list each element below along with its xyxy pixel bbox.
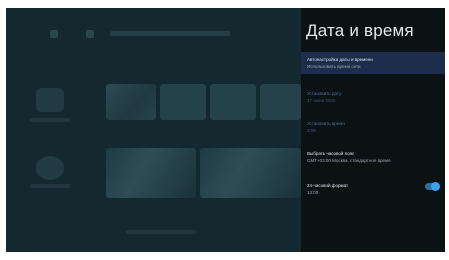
time-zone-item[interactable]: Выбрать часовой пояс GMT+03:00 Москва, с…	[301, 146, 445, 168]
item-subtitle: 3:08	[307, 128, 316, 133]
set-time-item[interactable]: Установить время 3:08	[301, 116, 445, 138]
item-title: Установить время	[307, 121, 345, 126]
toggle-knob	[431, 182, 440, 191]
tv-screen: Дата и время Автонастройка даты и времен…	[6, 8, 445, 252]
item-subtitle: 13:00	[307, 190, 319, 195]
content-tile	[200, 148, 301, 198]
app-tile	[260, 84, 301, 120]
item-subtitle: Использовать время сети	[307, 64, 361, 69]
home-screen-background	[6, 8, 301, 252]
app-tile	[160, 84, 206, 120]
app-tile	[106, 84, 156, 120]
apps-row-label	[30, 118, 70, 122]
item-title: 24-часовой формат	[307, 183, 349, 188]
home-top-bar	[14, 26, 294, 44]
set-date-item[interactable]: Установить дату 17 июня 2020	[301, 86, 445, 108]
apps-row-icon	[36, 88, 64, 112]
item-subtitle: 17 июня 2020	[307, 98, 336, 103]
auto-date-time-item[interactable]: Автонастройка даты и времени Использоват…	[301, 52, 445, 74]
app-tile	[210, 84, 256, 120]
item-title: Установить дату	[307, 91, 342, 96]
video-row-label	[30, 184, 70, 188]
apps-icon	[86, 30, 94, 38]
item-title: Выбрать часовой пояс	[307, 151, 355, 156]
search-bar	[110, 31, 230, 36]
content-tile	[106, 148, 196, 198]
panel-title: Дата и время	[306, 21, 414, 40]
item-subtitle: GMT+03:00 Москва, стандартное время	[307, 158, 391, 163]
date-time-settings-panel: Дата и время Автонастройка даты и времен…	[301, 8, 445, 252]
24-hour-format-toggle[interactable]	[425, 182, 440, 191]
24-hour-format-item[interactable]: 24-часовой формат 13:00	[301, 178, 445, 200]
video-row-icon	[36, 156, 64, 180]
item-title: Автонастройка даты и времени	[307, 57, 373, 62]
home-icon	[50, 30, 58, 38]
home-bottom-hint	[126, 230, 196, 234]
